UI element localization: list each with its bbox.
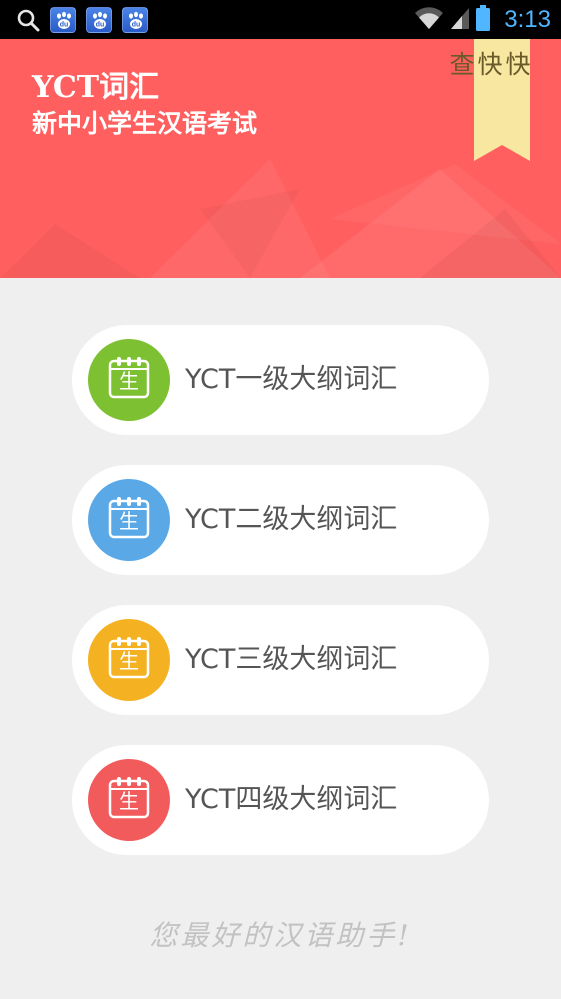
calendar-char: 生: [119, 649, 139, 673]
baidu-icon: du: [50, 7, 76, 33]
baidu-icon: du: [122, 7, 148, 33]
level-4-button[interactable]: 生 YCT四级大纲词汇: [72, 745, 489, 855]
baidu-label: du: [132, 22, 141, 29]
wifi-icon: [414, 6, 444, 34]
battery-icon: [476, 5, 491, 35]
calendar-char: 生: [119, 509, 139, 533]
app-subtitle: 新中小学生汉语考试: [32, 109, 258, 138]
app-title: YCT词汇: [32, 70, 160, 105]
status-notifications: du du du: [16, 7, 148, 33]
level-label: YCT四级大纲词汇: [185, 784, 398, 815]
level-label: YCT二级大纲词汇: [185, 504, 398, 535]
calendar-icon: 生: [88, 619, 170, 701]
calendar-char: 生: [119, 789, 139, 813]
calendar-icon: 生: [88, 759, 170, 841]
level-label: YCT一级大纲词汇: [185, 364, 398, 395]
footer-slogan: 您最好的汉语助手!: [149, 919, 412, 952]
status-clock: 3:13: [504, 6, 551, 33]
level-3-button[interactable]: 生 YCT三级大纲词汇: [72, 605, 489, 715]
status-bar: du du du 3:13: [0, 0, 561, 39]
signal-icon: [450, 6, 470, 34]
calendar-char: 生: [119, 369, 139, 393]
level-2-button[interactable]: 生 YCT二级大纲词汇: [72, 465, 489, 575]
search-icon: [16, 8, 40, 32]
level-1-button[interactable]: 生 YCT一级大纲词汇: [72, 325, 489, 435]
ribbon-label: 快快查: [446, 51, 531, 76]
calendar-icon: 生: [88, 339, 170, 421]
baidu-icon: du: [86, 7, 112, 33]
app-header: YCT词汇 新中小学生汉语考试 快快查: [0, 39, 561, 278]
level-label: YCT三级大纲词汇: [185, 644, 398, 675]
quick-search-ribbon[interactable]: 快快查: [446, 39, 531, 163]
baidu-label: du: [96, 22, 105, 29]
baidu-label: du: [60, 22, 69, 29]
status-system: 3:13: [414, 5, 551, 35]
calendar-icon: 生: [88, 479, 170, 561]
